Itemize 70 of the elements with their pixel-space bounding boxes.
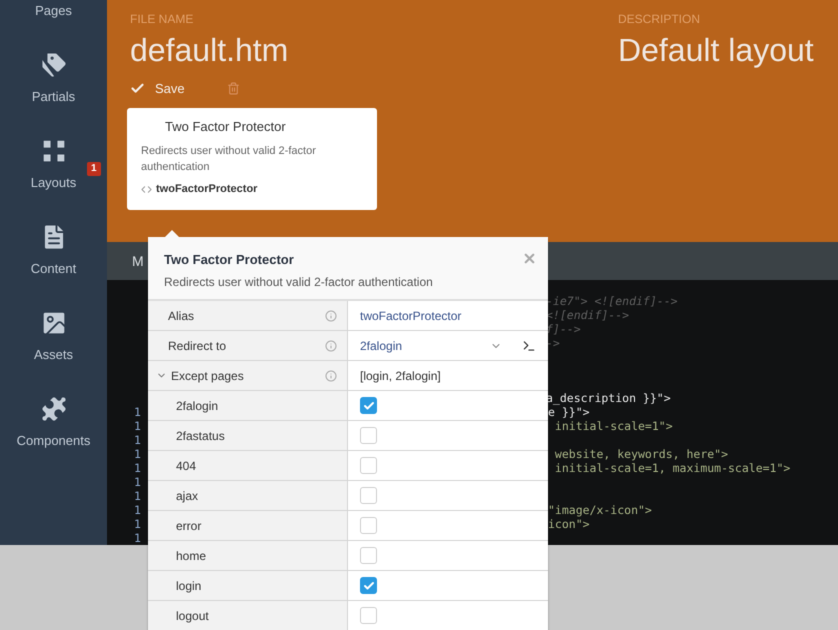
code-line: "image/x-icon"> xyxy=(548,503,652,517)
check-icon xyxy=(362,400,374,412)
close-icon[interactable] xyxy=(522,251,537,266)
field-label: DESCRIPTION xyxy=(618,12,702,26)
line-number: 1 xyxy=(134,433,142,447)
info-icon[interactable] xyxy=(325,340,337,352)
card-description: Redirects user without valid 2-factor authentication xyxy=(141,144,317,175)
description-field[interactable]: Default layout xyxy=(618,32,838,69)
sidebar-item[interactable]: Assets xyxy=(0,284,107,370)
line-number: 1 xyxy=(134,517,142,531)
code-line: -> xyxy=(546,336,560,350)
terminal-icon[interactable] xyxy=(522,338,536,352)
line-number: 1 xyxy=(134,447,142,461)
page-label: 404 xyxy=(176,458,198,472)
checkbox[interactable] xyxy=(360,547,377,564)
code-line: initial-scale=1, maximum-scale=1"> xyxy=(554,461,790,475)
code-line: a_description }}"> xyxy=(546,391,671,405)
info-icon[interactable] xyxy=(325,370,337,382)
component-card[interactable]: Two Factor Protector Redirects user without valid 2-factor authentication twoFactorProtector xyxy=(127,108,377,210)
code-line: -ie7"> <![endif]--> xyxy=(546,294,678,308)
count-badge: 1 xyxy=(87,162,101,176)
code-line: e }}"> xyxy=(548,405,590,419)
checkbox[interactable] xyxy=(360,427,377,444)
sidebar-item[interactable]: Content xyxy=(0,198,107,284)
line-number: 1 xyxy=(134,405,142,419)
sidebar-item[interactable]: Components xyxy=(0,370,107,456)
sidebar-item[interactable]: Layouts 1 xyxy=(0,112,107,198)
popup-title: Two Factor Protector xyxy=(164,252,294,267)
code-line: f]--> xyxy=(546,322,581,336)
line-number: 1 xyxy=(134,531,142,545)
property-label: Alias xyxy=(168,308,196,322)
line-number: 1 xyxy=(134,419,142,433)
page-label: ajax xyxy=(176,488,200,502)
page-label: 2falogin xyxy=(176,398,220,412)
checkbox[interactable] xyxy=(360,397,377,414)
check-icon xyxy=(362,580,374,592)
sidebar-item[interactable]: Partials xyxy=(0,26,107,112)
line-number: 1 xyxy=(134,489,142,503)
info-icon[interactable] xyxy=(325,310,337,322)
code-line: website, keywords, here"> xyxy=(554,447,728,461)
page-label: error xyxy=(176,518,202,532)
card-title: Two Factor Protector xyxy=(164,119,287,134)
line-number: 1 xyxy=(134,461,142,475)
code-line: icon"> xyxy=(548,517,590,531)
popup-description: Redirects user without valid 2-factor authentication xyxy=(164,275,434,289)
page-label: logout xyxy=(176,608,210,622)
checkbox[interactable] xyxy=(360,487,377,504)
save-button[interactable]: Save xyxy=(130,81,185,96)
sidebar-item[interactable]: Pages xyxy=(0,0,107,26)
property-value[interactable]: [login, 2falogin] xyxy=(360,368,536,382)
property-value[interactable]: twoFactorProtector xyxy=(360,308,536,322)
field-label: FILE NAME xyxy=(130,12,194,26)
property-label: Except pages xyxy=(171,368,245,382)
checkbox[interactable] xyxy=(360,577,377,594)
page-label: 2fastatus xyxy=(176,428,226,442)
redirect-dropdown[interactable]: 2falogin xyxy=(360,338,482,352)
file-name-field[interactable]: default.htm xyxy=(130,32,615,69)
checkbox[interactable] xyxy=(360,457,377,474)
code-icon xyxy=(141,184,152,194)
code-line: <![endif]--> xyxy=(546,308,630,322)
line-number: 1 xyxy=(134,503,142,517)
component-alias: twoFactorProtector xyxy=(156,183,258,195)
page-label: home xyxy=(176,548,208,562)
property-label: Redirect to xyxy=(168,338,228,352)
page-label: login xyxy=(176,578,202,592)
line-number: 1 xyxy=(134,475,142,489)
checkbox[interactable] xyxy=(360,607,377,624)
editor-tab[interactable]: M xyxy=(132,253,144,269)
checkbox[interactable] xyxy=(360,517,377,534)
code-line: initial-scale=1"> xyxy=(554,419,673,433)
